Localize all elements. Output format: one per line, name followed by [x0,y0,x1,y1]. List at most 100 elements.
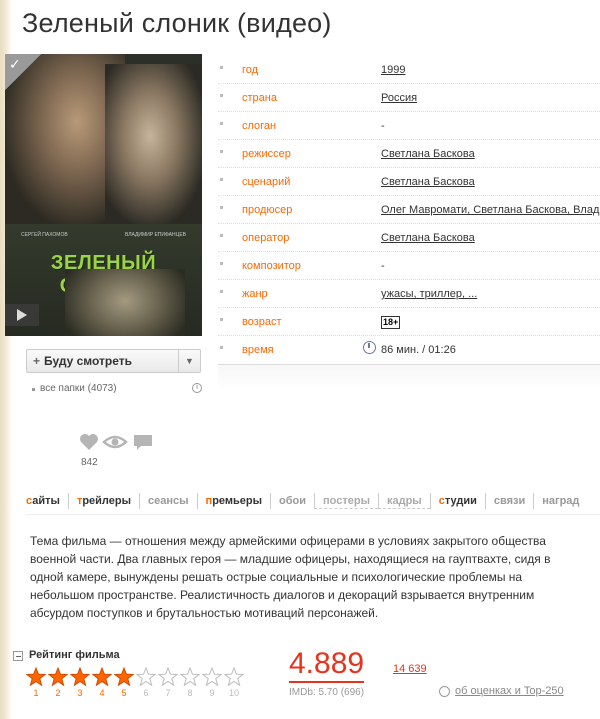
tab-label: сеансы [148,495,189,507]
movie-tabs: сайты трейлеры сеансы премьеры обои пост… [26,493,600,515]
tab-premieres[interactable]: премьеры [196,493,270,509]
star-6[interactable]: 6 [135,667,157,698]
star-icon [114,667,134,687]
star-5[interactable]: 5 [113,667,135,698]
tab-showtimes[interactable]: сеансы [139,493,197,509]
info-row-screenplay: сценарий Светлана Баскова [218,168,600,196]
star-number: 6 [143,688,149,698]
tab-label: кадры [386,495,422,507]
tab-label: сайты [26,495,60,507]
rating-section: Рейтинг фильма 1 2 3 4 5 6 7 8 9 10 4.889 14 639 … [12,647,600,719]
tab-label: связи [493,495,526,507]
info-label: страна [242,92,277,104]
chevron-down-icon[interactable]: ▼ [178,350,200,372]
tab-label: трейлеры [76,495,132,507]
top250-link[interactable]: об оценках и Top-250 [439,685,564,697]
info-row-slogan: слоган - [218,112,600,140]
star-number: 10 [228,688,239,698]
tab-trailers[interactable]: трейлеры [67,493,139,509]
all-folders-link[interactable]: все папки (4073) [40,383,117,394]
star-icon [180,667,200,687]
producer-links[interactable]: Олег Мавромати, Светлана Баскова, Влади [381,204,600,216]
page-title: Зеленый слоник (видео) [22,8,332,38]
info-label: возраст [242,316,282,328]
star-icon [48,667,68,687]
eye-icon[interactable] [102,432,128,452]
star-number: 7 [165,688,171,698]
rating-stars[interactable]: 1 2 3 4 5 6 7 8 9 10 [25,667,245,698]
info-label: сценарий [242,176,291,188]
tab-wallpapers[interactable]: обои [270,493,314,509]
slogan-value: - [381,120,385,132]
info-label: жанр [242,288,268,300]
age-rating-badge: 18+ [381,316,401,329]
info-icon[interactable]: i [192,383,202,393]
tab-label: премьеры [205,495,263,507]
star-icon [70,667,90,687]
comment-icon[interactable] [132,432,154,452]
will-watch-label: Буду смотреть [44,354,133,368]
tab-links[interactable]: связи [484,493,533,509]
star-icon [26,667,46,687]
bullet-icon [32,388,35,391]
bullet-icon [220,234,223,237]
bullet-icon [220,66,223,69]
heart-icon[interactable] [78,432,100,452]
movie-info-table: год 1999 страна Россия слоган - режиссер… [218,56,600,364]
will-watch-button[interactable]: + Буду смотреть ▼ [26,349,201,373]
bullet-icon [220,346,223,349]
star-number: 8 [187,688,193,698]
star-3[interactable]: 3 [69,667,91,698]
movie-synopsis: Тема фильма — отношения между армейскими… [30,534,551,620]
info-row-composer: композитор - [218,252,600,280]
star-1[interactable]: 1 [25,667,47,698]
info-row-duration: время 86 мин. / 01:26 [218,336,600,364]
tab-label: студии [438,495,477,507]
rating-score: 4.889 [289,647,365,683]
tab-label: постеры [323,495,370,507]
star-2[interactable]: 2 [47,667,69,698]
bullet-icon [220,150,223,153]
poster-figure-bottom [65,269,185,336]
director-link[interactable]: Светлана Баскова [381,148,475,160]
collapse-icon[interactable] [13,651,23,661]
tab-posters[interactable]: постеры [314,493,378,509]
genre-links[interactable]: ужасы, триллер, ... [381,288,477,300]
star-icon [224,667,244,687]
info-label: продюсер [242,204,293,216]
composer-value: - [381,260,385,272]
info-row-director: режиссер Светлана Баскова [218,140,600,168]
imdb-rating: IMDb: 5.70 (696) [289,687,365,698]
movie-poster[interactable]: СЕРГЕЙ ПАХОМОВ ВЛАДИМИР ЕПИФАНЦЕВ ЗЕЛЕНЫ… [5,54,202,336]
seen-check-icon[interactable]: ✓ [5,54,41,90]
info-row-country: страна Россия [218,84,600,112]
rating-title: Рейтинг фильма [29,649,120,661]
bullet-icon [220,290,223,293]
tab-sites[interactable]: сайты [26,493,68,509]
duration-value: 86 мин. / 01:26 [381,344,456,356]
bullet-icon [220,178,223,181]
star-number: 2 [55,688,61,698]
tab-stills[interactable]: кадры [377,493,430,509]
info-table-footer [218,364,600,390]
info-row-producer: продюсер Олег Мавромати, Светлана Басков… [218,196,600,224]
star-icon [92,667,112,687]
star-4[interactable]: 4 [91,667,113,698]
info-label: композитор [242,260,301,272]
play-trailer-button[interactable] [5,304,39,326]
top250-icon [439,686,450,697]
operator-link[interactable]: Светлана Баскова [381,232,475,244]
info-label: режиссер [242,148,291,160]
star-8[interactable]: 8 [179,667,201,698]
screenplay-link[interactable]: Светлана Баскова [381,176,475,188]
year-link[interactable]: 1999 [381,64,405,76]
tab-studios[interactable]: студии [429,493,485,509]
country-link[interactable]: Россия [381,92,417,104]
info-row-operator: оператор Светлана Баскова [218,224,600,252]
votes-count[interactable]: 14 639 [393,663,427,675]
tab-awards[interactable]: наград [533,493,587,509]
star-7[interactable]: 7 [157,667,179,698]
star-10[interactable]: 10 [223,667,245,698]
star-9[interactable]: 9 [201,667,223,698]
poster-actors: СЕРГЕЙ ПАХОМОВ ВЛАДИМИР ЕПИФАНЦЕВ [5,232,202,238]
